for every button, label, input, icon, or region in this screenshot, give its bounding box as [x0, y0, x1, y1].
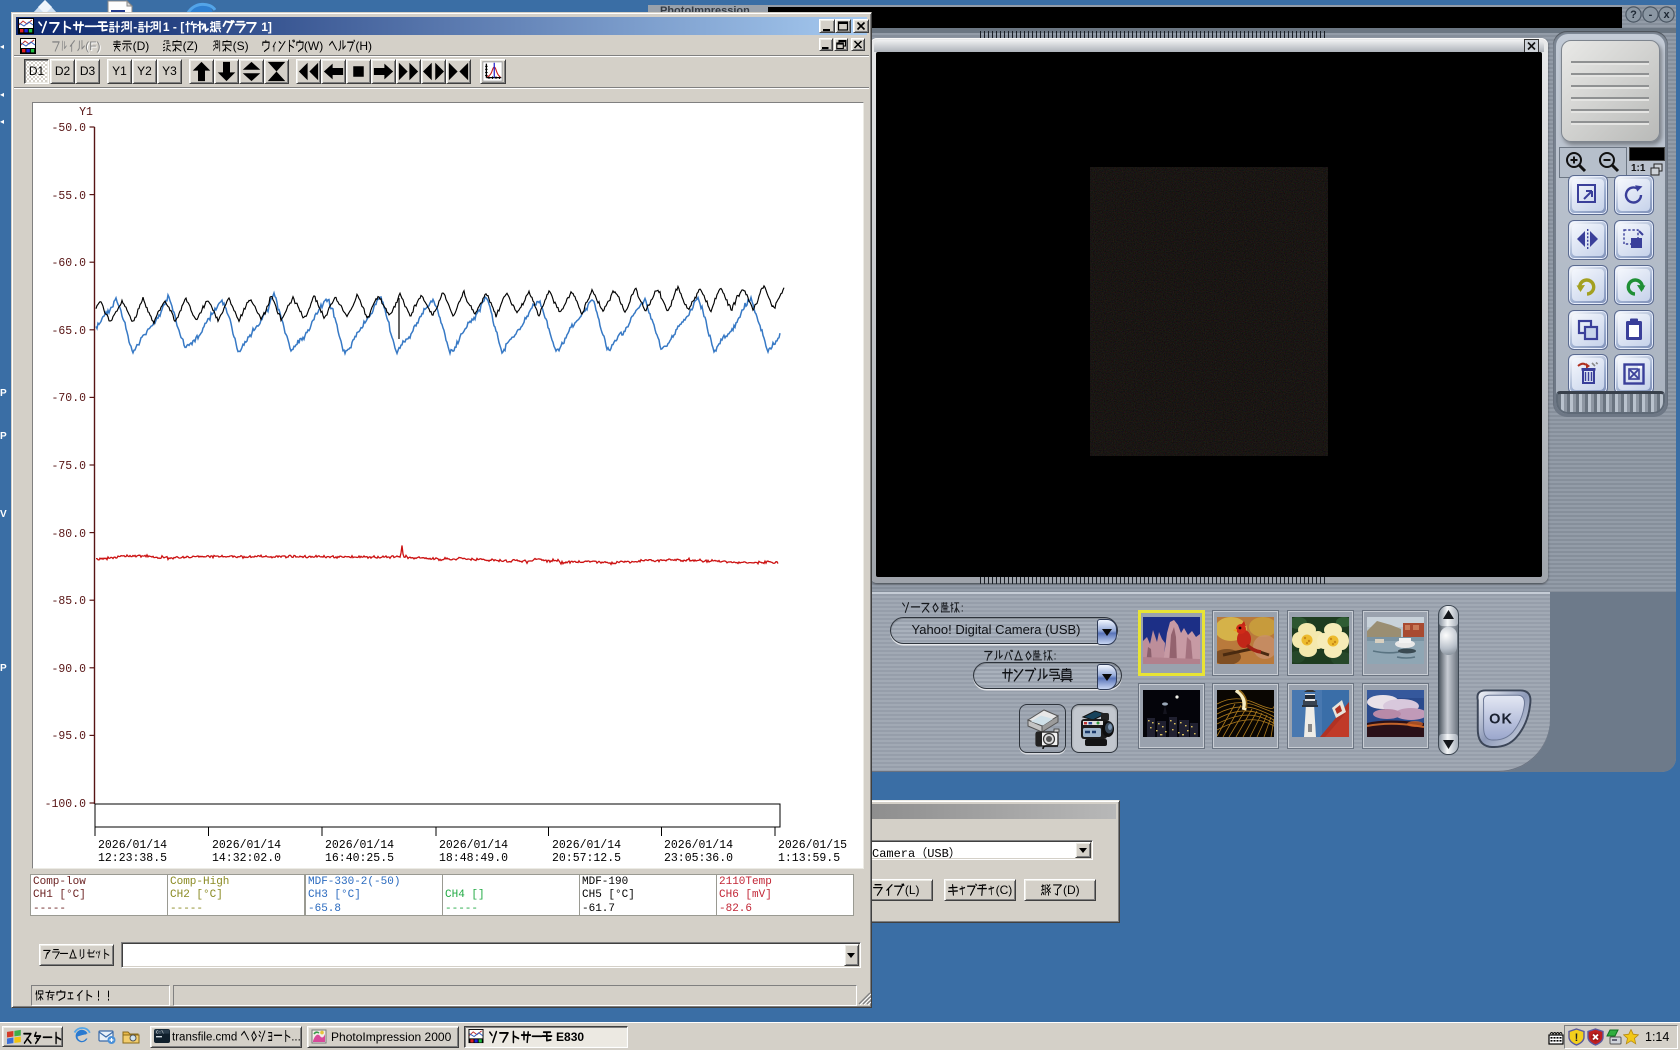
svg-text:2026/01/14: 2026/01/14 — [325, 839, 394, 852]
svg-text:-55.0: -55.0 — [51, 190, 86, 203]
svg-text:2026/01/14: 2026/01/14 — [212, 839, 281, 852]
svg-text:-85.0: -85.0 — [51, 595, 86, 608]
svg-text:-: - — [1649, 9, 1653, 21]
svg-text:2026/01/15: 2026/01/15 — [778, 839, 847, 852]
svg-text:-90.0: -90.0 — [51, 663, 86, 676]
svg-text:16:40:25.5: 16:40:25.5 — [325, 852, 394, 865]
svg-text:!: ! — [1575, 1032, 1579, 1044]
svg-text:-60.0: -60.0 — [51, 257, 86, 270]
svg-text:2026/01/14: 2026/01/14 — [552, 839, 621, 852]
svg-text:2026/01/14: 2026/01/14 — [439, 839, 508, 852]
svg-text:-95.0: -95.0 — [51, 730, 86, 743]
svg-text:?: ? — [1630, 9, 1637, 21]
svg-text:-100.0: -100.0 — [45, 798, 87, 811]
svg-text:Y1: Y1 — [79, 106, 93, 119]
svg-text:18:48:49.0: 18:48:49.0 — [439, 852, 508, 865]
svg-text:-80.0: -80.0 — [51, 528, 86, 541]
svg-text:20:57:12.5: 20:57:12.5 — [552, 852, 621, 865]
svg-text:12:23:38.5: 12:23:38.5 — [98, 852, 167, 865]
svg-text:14:32:02.0: 14:32:02.0 — [212, 852, 281, 865]
svg-text:-70.0: -70.0 — [51, 392, 86, 405]
svg-text:2026/01/14: 2026/01/14 — [98, 839, 167, 852]
svg-text:23:05:36.0: 23:05:36.0 — [664, 852, 733, 865]
svg-text:-50.0: -50.0 — [51, 122, 86, 135]
svg-text:-75.0: -75.0 — [51, 460, 86, 473]
svg-text:-65.0: -65.0 — [51, 325, 86, 338]
svg-text:x: x — [1663, 9, 1670, 21]
svg-text:OK: OK — [1489, 711, 1513, 727]
svg-text:C:\: C:\ — [156, 1030, 164, 1035]
svg-text:2026/01/14: 2026/01/14 — [664, 839, 733, 852]
svg-text:1:13:59.5: 1:13:59.5 — [778, 852, 840, 865]
